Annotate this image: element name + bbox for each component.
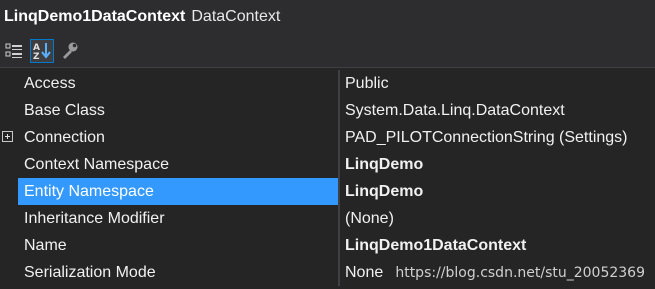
property-name: Serialization Mode xyxy=(24,264,156,281)
row-expander-slot xyxy=(0,70,18,97)
categorized-button[interactable] xyxy=(2,39,26,63)
property-row-base-class[interactable]: Base Class System.Data.Linq.DataContext xyxy=(0,97,655,124)
property-row-name[interactable]: Name LinqDemo1DataContext xyxy=(0,232,655,259)
property-grid: Access Public Base Class System.Data.Lin… xyxy=(0,70,655,286)
expand-plus-icon[interactable] xyxy=(2,131,13,142)
row-expander-slot xyxy=(0,232,18,259)
property-value[interactable]: System.Data.Linq.DataContext xyxy=(340,97,655,124)
alphabetical-button[interactable]: A Z xyxy=(30,38,54,63)
property-value[interactable]: (None) xyxy=(340,205,655,232)
watermark-text: https://blog.csdn.net/stu_20052369 xyxy=(395,265,645,281)
property-name: Context Namespace xyxy=(24,156,169,173)
object-type: DataContext xyxy=(191,8,281,25)
property-name: Base Class xyxy=(24,102,105,119)
row-expander-slot xyxy=(0,205,18,232)
property-row-connection[interactable]: Connection PAD_PILOTConnectionString (Se… xyxy=(0,124,655,151)
property-name: Access xyxy=(24,75,76,92)
property-name: Entity Namespace xyxy=(18,178,338,205)
property-pages-button[interactable] xyxy=(58,39,82,63)
property-value[interactable]: PAD_PILOTConnectionString (Settings) xyxy=(340,124,655,151)
property-value[interactable]: LinqDemo xyxy=(340,178,655,205)
property-name: Name xyxy=(24,237,67,254)
object-name: LinqDemo1DataContext xyxy=(4,8,186,25)
property-name: Inheritance Modifier xyxy=(24,210,165,227)
property-row-context-namespace[interactable]: Context Namespace LinqDemo xyxy=(0,151,655,178)
row-expander-slot xyxy=(0,124,18,151)
property-value[interactable]: Public xyxy=(340,70,655,97)
row-expander-slot xyxy=(0,97,18,124)
row-expander-slot xyxy=(0,178,18,205)
property-row-entity-namespace[interactable]: Entity Namespace LinqDemo xyxy=(0,178,655,205)
row-expander-slot xyxy=(0,151,18,178)
properties-toolbar: A Z xyxy=(0,34,655,68)
categorized-icon xyxy=(5,43,22,58)
object-selector[interactable]: LinqDemo1DataContext DataContext xyxy=(0,0,655,34)
property-value[interactable]: LinqDemo1DataContext xyxy=(340,232,655,259)
row-expander-slot xyxy=(0,259,18,286)
svg-text:Z: Z xyxy=(33,52,40,61)
property-name: Connection xyxy=(24,129,105,146)
alphabetical-icon: A Z xyxy=(33,42,51,61)
property-row-inheritance-modifier[interactable]: Inheritance Modifier (None) xyxy=(0,205,655,232)
wrench-icon xyxy=(63,42,78,59)
property-row-access[interactable]: Access Public xyxy=(0,70,655,97)
property-value[interactable]: LinqDemo xyxy=(340,151,655,178)
